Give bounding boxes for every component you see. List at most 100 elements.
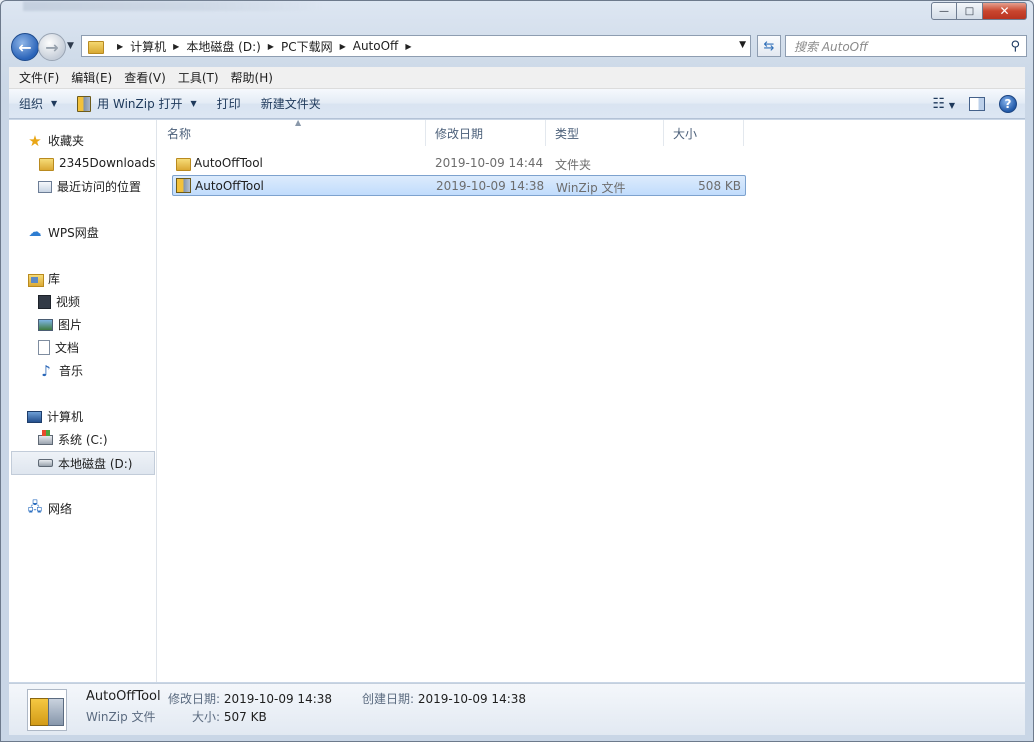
column-header-size[interactable]: 大小 xyxy=(664,120,744,146)
computer-icon xyxy=(27,410,42,423)
menu-tools[interactable]: 工具(T) xyxy=(172,69,225,86)
column-header-modified[interactable]: 修改日期 xyxy=(426,120,546,146)
folder-icon xyxy=(88,39,104,54)
recent-pages-dropdown[interactable]: ▼ xyxy=(67,41,74,51)
sidebar-item-2345downloads[interactable]: 2345Downloads xyxy=(38,155,155,171)
details-created-value: 2019-10-09 14:38 xyxy=(417,692,527,706)
column-header-name[interactable]: 名称 ▲ xyxy=(158,118,426,146)
close-button[interactable]: ✕ xyxy=(983,2,1027,20)
file-row-folder[interactable]: AutoOffTool 2019-10-09 14:44 文件夹 xyxy=(172,153,746,174)
new-folder-button[interactable]: 新建文件夹 xyxy=(251,89,331,118)
open-with-winzip-button[interactable]: 用 WinZip 打开 ▼ xyxy=(67,89,207,118)
sidebar-item-label: 计算机 xyxy=(47,410,84,424)
column-header-label: 修改日期 xyxy=(435,126,484,141)
details-modified: 修改日期: 2019-10-09 14:38 xyxy=(168,690,332,707)
recent-places-icon xyxy=(38,180,52,193)
sidebar-item-label: 最近访问的位置 xyxy=(57,180,142,194)
chevron-down-icon: ▼ xyxy=(190,99,197,108)
sidebar-item-label: 2345Downloads xyxy=(59,156,156,170)
sidebar-item-libraries[interactable]: 库 xyxy=(27,270,60,287)
preview-pane-icon[interactable] xyxy=(969,96,985,111)
network-icon: 🖧 xyxy=(27,499,43,515)
column-headers: 名称 ▲ 修改日期 类型 大小 xyxy=(158,118,748,146)
breadcrumb-computer[interactable]: 计算机 xyxy=(130,38,166,55)
sidebar-item-pictures[interactable]: 图片 xyxy=(38,316,82,333)
menu-edit[interactable]: 编辑(E) xyxy=(65,69,118,86)
navigation-pane: ★ 收藏夹 2345Downloads 最近访问的位置 ☁ WPS网盘 库 视频… xyxy=(9,120,157,682)
view-controls: ☷ ▼ ? xyxy=(932,89,1017,118)
sidebar-item-network[interactable]: 🖧 网络 xyxy=(27,500,72,517)
refresh-icon: ⇆ xyxy=(763,38,775,54)
menu-help[interactable]: 帮助(H) xyxy=(225,69,279,86)
print-button[interactable]: 打印 xyxy=(207,89,251,118)
maximize-button[interactable]: □ xyxy=(957,2,983,20)
file-type: 文件夹 xyxy=(555,158,592,172)
sidebar-item-favorites[interactable]: ★ 收藏夹 xyxy=(27,131,84,150)
sidebar-item-drive-d[interactable]: 本地磁盘 (D:) xyxy=(11,451,155,475)
sidebar-item-label: 视频 xyxy=(56,295,81,309)
sidebar-item-label: WPS网盘 xyxy=(48,226,99,240)
sidebar-item-label: 文档 xyxy=(55,341,80,355)
explorer-window: — □ ✕ ← → ▼ ▶ 计算机 ▶ 本地磁盘 (D:) ▶ PC下载网 ▶ … xyxy=(0,0,1034,742)
refresh-button[interactable]: ⇆ xyxy=(757,35,781,57)
sidebar-item-recent-places[interactable]: 最近访问的位置 xyxy=(38,178,141,195)
sidebar-item-wps-cloud[interactable]: ☁ WPS网盘 xyxy=(27,224,99,241)
breadcrumb-drive-d[interactable]: 本地磁盘 (D:) xyxy=(186,38,260,55)
back-arrow-icon: ← xyxy=(18,37,32,57)
video-icon xyxy=(38,294,51,309)
folder-icon xyxy=(175,155,191,171)
folder-icon xyxy=(38,155,54,171)
details-size-label: 大小: xyxy=(192,710,221,724)
chevron-right-icon[interactable]: ▶ xyxy=(173,42,179,51)
print-label: 打印 xyxy=(216,97,241,111)
music-note-icon: ♪ xyxy=(41,361,51,380)
sidebar-item-label: 图片 xyxy=(58,318,83,332)
winzip-file-icon xyxy=(27,689,67,731)
organize-button[interactable]: 组织 ▼ xyxy=(9,89,67,118)
navigation-bar: ← → ▼ ▶ 计算机 ▶ 本地磁盘 (D:) ▶ PC下载网 ▶ AutoOf… xyxy=(9,31,1027,61)
file-type: WinZip 文件 xyxy=(556,181,626,195)
details-size: 大小: 507 KB xyxy=(192,708,267,725)
chevron-right-icon[interactable]: ▶ xyxy=(340,42,346,51)
menu-file[interactable]: 文件(F) xyxy=(13,69,65,86)
address-history-dropdown[interactable]: ▼ xyxy=(739,40,746,50)
chevron-right-icon[interactable]: ▶ xyxy=(405,42,411,51)
sidebar-item-computer[interactable]: 计算机 xyxy=(27,408,83,425)
file-modified: 2019-10-09 14:44 xyxy=(435,156,544,170)
winzip-icon xyxy=(176,178,191,193)
sidebar-item-music[interactable]: ♪ 音乐 xyxy=(38,361,83,380)
file-list-pane: 名称 ▲ 修改日期 类型 大小 AutoOffTool 2019-10-09 1… xyxy=(158,118,1025,682)
minimize-button[interactable]: — xyxy=(931,2,957,20)
window-controls: — □ ✕ xyxy=(931,2,1027,20)
details-size-value: 507 KB xyxy=(223,710,267,724)
file-name: AutoOffTool xyxy=(195,179,264,193)
details-file-type: WinZip 文件 xyxy=(86,710,156,724)
back-button[interactable]: ← xyxy=(11,33,39,61)
sort-ascending-icon: ▲ xyxy=(295,118,302,127)
details-created: 创建日期: 2019-10-09 14:38 xyxy=(362,690,526,707)
breadcrumb-pc-download[interactable]: PC下载网 xyxy=(281,38,333,55)
sidebar-item-videos[interactable]: 视频 xyxy=(38,293,80,310)
file-modified: 2019-10-09 14:38 xyxy=(436,179,545,193)
winzip-icon xyxy=(77,95,92,112)
organize-label: 组织 xyxy=(19,97,44,111)
chevron-right-icon[interactable]: ▶ xyxy=(268,42,274,51)
details-view-icon: ☷ xyxy=(932,95,946,112)
help-icon[interactable]: ? xyxy=(999,94,1017,113)
star-icon: ★ xyxy=(28,131,42,150)
sidebar-item-documents[interactable]: 文档 xyxy=(38,339,79,356)
search-icon[interactable]: ⚲ xyxy=(1010,39,1020,54)
sidebar-item-drive-c[interactable]: 系统 (C:) xyxy=(38,429,108,448)
breadcrumb-autooff[interactable]: AutoOff xyxy=(353,39,399,53)
search-input[interactable]: 搜索 AutoOff ⚲ xyxy=(785,35,1027,57)
address-bar[interactable]: ▶ 计算机 ▶ 本地磁盘 (D:) ▶ PC下载网 ▶ AutoOff ▶ ▼ xyxy=(81,35,751,57)
drive-icon xyxy=(38,459,53,467)
column-header-type[interactable]: 类型 xyxy=(546,120,664,146)
file-row-zip[interactable]: AutoOffTool 2019-10-09 14:38 WinZip 文件 5… xyxy=(172,175,746,196)
menu-view[interactable]: 查看(V) xyxy=(118,69,172,86)
chevron-right-icon[interactable]: ▶ xyxy=(117,42,123,51)
view-options-button[interactable]: ☷ ▼ xyxy=(932,96,955,112)
forward-button[interactable]: → xyxy=(38,33,66,61)
new-folder-label: 新建文件夹 xyxy=(260,97,321,111)
system-drive-icon xyxy=(38,429,53,445)
